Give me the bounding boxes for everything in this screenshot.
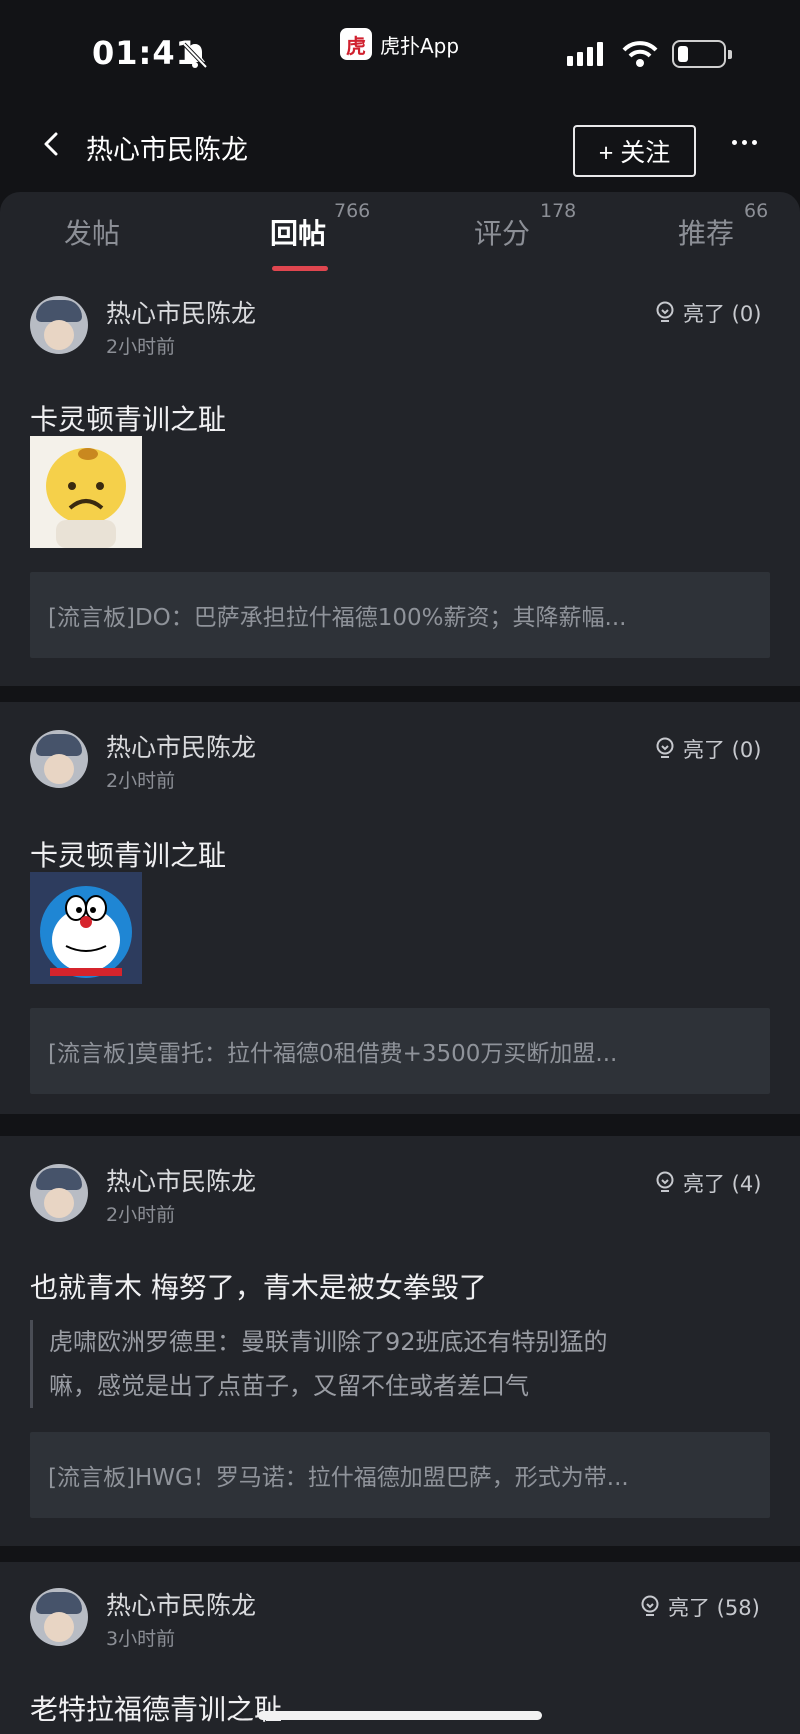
cellular-signal-icon [567,42,603,66]
sticker-image[interactable] [30,436,142,548]
news-link[interactable]: [流言板]HWG！罗马诺：拉什福德加盟巴萨，形式为带... [30,1432,770,1518]
quoted-reply-line: 虎啸欧洲罗德里：曼联青训除了92班底还有特别猛的 [49,1328,608,1356]
tab-count: 178 [540,200,577,222]
light-count: 亮了 (4) [683,1172,762,1196]
home-indicator[interactable] [258,1711,542,1720]
lightbulb-icon [641,1595,659,1616]
author-name[interactable]: 热心市民陈龙 [106,728,256,764]
hupu-app-icon: 虎 [340,28,372,60]
tab-count: 66 [744,200,769,222]
light-count: 亮了 (0) [683,738,762,762]
reply-card[interactable]: 热心市民陈龙 3小时前 亮了 (58) 老特拉福德青训之耻 [0,1562,800,1734]
light-button[interactable]: 亮了 (0) [655,734,761,764]
post-time: 3小时前 [106,1628,176,1650]
post-time: 2小时前 [106,336,176,358]
avatar[interactable] [30,1164,88,1222]
avatar[interactable] [30,1588,88,1646]
tab-count: 766 [334,200,371,222]
tab-replies[interactable]: 回帖 766 [270,200,370,252]
reply-text: 卡灵顿青训之耻 [30,839,227,872]
light-button[interactable]: 亮了 (58) [640,1592,760,1622]
author-name[interactable]: 热心市民陈龙 [106,1586,256,1622]
app-badge[interactable]: 虎 虎扑App [340,28,459,60]
follow-button[interactable]: + 关注 [573,125,696,177]
bell-muted-icon [182,42,208,69]
app-name: 虎扑App [380,33,460,58]
tab-posts[interactable]: 发帖 [64,212,120,252]
news-link[interactable]: [流言板]DO：巴萨承担拉什福德100%薪资；其降薪幅... [30,572,770,658]
reply-text: 也就青木 梅努了，青木是被女拳毁了 [30,1271,487,1304]
avatar[interactable] [30,730,88,788]
tab-label: 回帖 [270,217,327,250]
reply-text: 卡灵顿青训之耻 [30,403,227,436]
profile-tabs: 发帖 回帖 766 评分 178 推荐 66 [0,192,800,274]
quoted-reply[interactable]: 虎啸欧洲罗德里：曼联青训除了92班底还有特别猛的 嘛，感觉是出了点苗子，又留不住… [30,1320,730,1408]
tab-label: 推荐 [678,217,735,250]
lightbulb-icon [656,1171,674,1192]
back-icon[interactable] [40,132,64,156]
sad-face-sticker-icon [46,448,126,548]
light-count: 亮了 (0) [683,302,762,326]
post-time: 2小时前 [106,1204,176,1226]
reply-card[interactable]: 热心市民陈龙 2小时前 亮了 (4) 也就青木 梅努了，青木是被女拳毁了 虎啸欧… [0,1136,800,1546]
reply-card[interactable]: 热心市民陈龙 2小时前 亮了 (0) 卡灵顿青训之耻 [流言板]莫雷托：拉什福德… [0,702,800,1114]
light-count: 亮了 (58) [668,1596,760,1620]
doraemon-sticker-icon [40,886,132,978]
lightbulb-icon [656,737,674,758]
status-bar: 01:41 虎 虎扑App [0,0,800,100]
page-title: 热心市民陈龙 [86,135,248,166]
quoted-reply-line: 嘛，感觉是出了点苗子，又留不住或者差口气 [49,1372,529,1400]
light-button[interactable]: 亮了 (4) [655,1168,761,1198]
active-tab-indicator [272,266,328,271]
wifi-icon [622,41,658,67]
lightbulb-icon [656,301,674,322]
battery-icon [672,40,732,68]
more-options-icon[interactable] [732,140,757,145]
avatar[interactable] [30,296,88,354]
tab-label: 发帖 [64,217,121,250]
tab-label: 评分 [474,217,531,250]
author-name[interactable]: 热心市民陈龙 [106,1162,256,1198]
news-link[interactable]: [流言板]莫雷托：拉什福德0租借费+3500万买断加盟... [30,1008,770,1094]
tab-ratings[interactable]: 评分 178 [474,200,576,252]
sticker-image[interactable] [30,872,142,984]
author-name[interactable]: 热心市民陈龙 [106,294,256,330]
tab-recommend[interactable]: 推荐 66 [678,200,768,252]
reply-card[interactable]: 热心市民陈龙 2小时前 亮了 (0) 卡灵顿青训之耻 [流言板]DO：巴萨承担拉… [0,274,800,686]
nav-bar: 热心市民陈龙 + 关注 [0,100,800,192]
light-button[interactable]: 亮了 (0) [655,298,761,328]
post-time: 2小时前 [106,770,176,792]
reply-text: 老特拉福德青训之耻 [30,1693,283,1726]
